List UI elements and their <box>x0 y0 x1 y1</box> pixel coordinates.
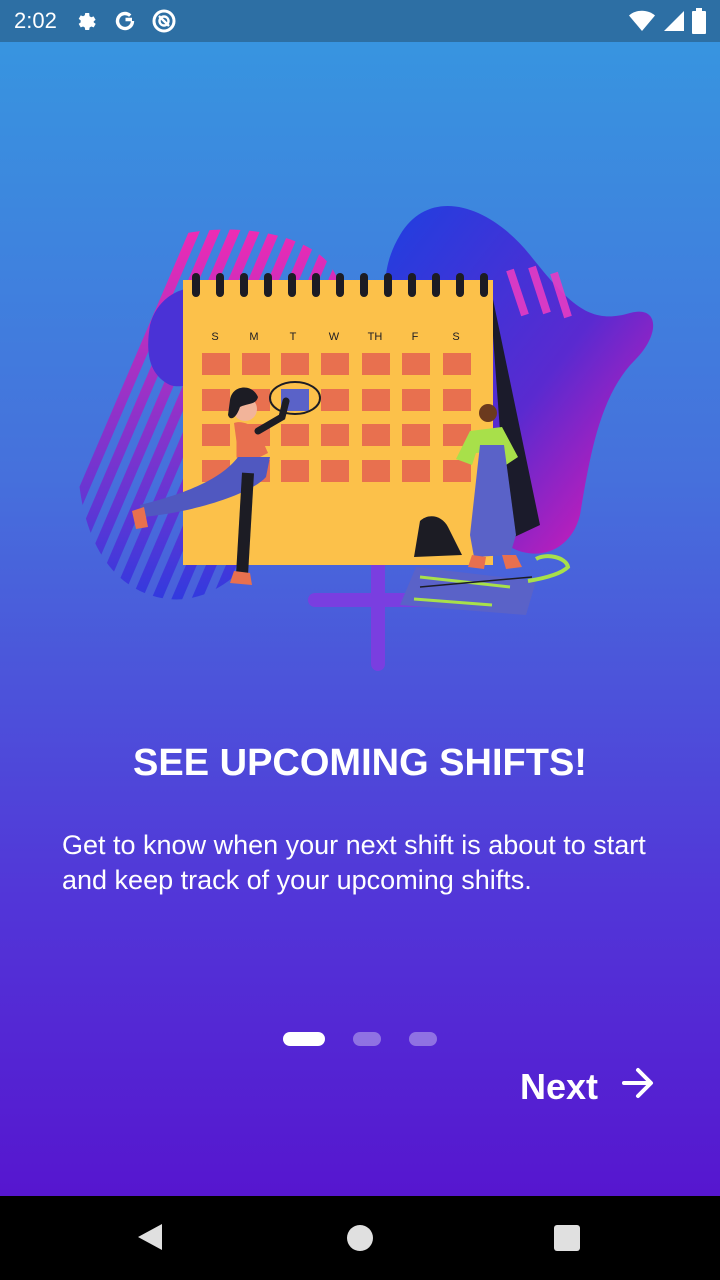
page-indicator <box>0 1032 720 1048</box>
next-label: Next <box>519 1066 598 1107</box>
status-bar: 2:02 <box>0 0 720 42</box>
calendar-day-label: M <box>249 331 258 343</box>
battery-icon <box>692 8 706 34</box>
calendar-day-label: TH <box>368 331 383 343</box>
cellular-signal-icon <box>662 9 686 33</box>
onboarding-screen: 2:02 S M T W TH F S SEE UPCOMING SHIFTS!… <box>0 0 720 1196</box>
calendar-day-label: T <box>290 331 297 343</box>
page-dot[interactable] <box>353 1032 381 1046</box>
wifi-icon <box>628 9 656 33</box>
arrow-right-icon <box>620 1065 656 1110</box>
calendar-illustration: S M T W TH F S <box>70 195 670 685</box>
settings-gear-icon <box>75 9 99 33</box>
calendar-day-label: W <box>329 331 340 343</box>
page-dot[interactable] <box>409 1032 437 1046</box>
calendar <box>183 280 493 565</box>
google-icon <box>113 9 137 33</box>
recents-icon[interactable] <box>554 1225 580 1256</box>
navigation-bar <box>0 1196 720 1280</box>
onboarding-description: Get to know when your next shift is abou… <box>62 830 646 895</box>
calendar-day-label: S <box>452 331 459 343</box>
onboarding-title: SEE UPCOMING SHIFTS! <box>133 742 587 784</box>
data-saver-icon <box>151 8 177 34</box>
back-icon[interactable] <box>136 1222 164 1257</box>
calendar-day-label: F <box>412 331 419 343</box>
home-icon[interactable] <box>346 1224 374 1257</box>
status-time: 2:02 <box>14 8 57 33</box>
page-dot-active[interactable] <box>283 1032 325 1046</box>
calendar-day-label: S <box>211 331 218 343</box>
next-button[interactable]: Next <box>500 1058 670 1116</box>
